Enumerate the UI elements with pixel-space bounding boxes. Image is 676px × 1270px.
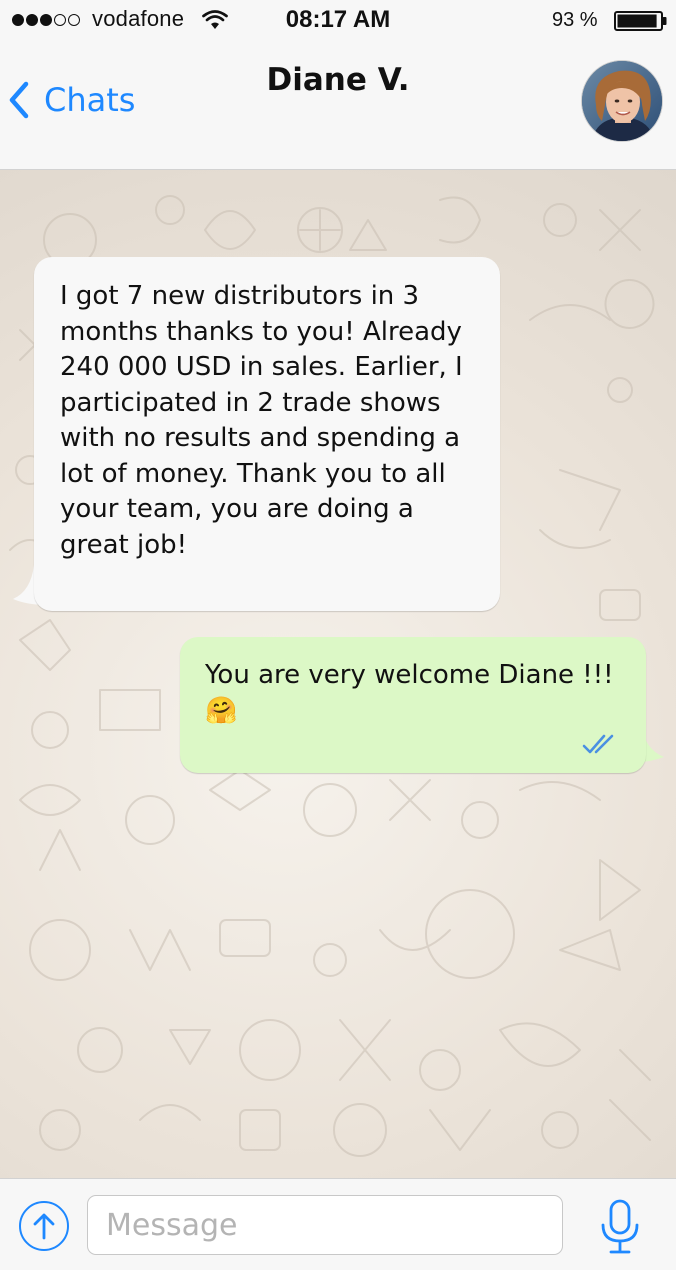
conversation-area[interactable]: I got 7 new distributors in 3 months tha… (0, 170, 676, 1178)
chat-screen: vodafone 08:17 AM 93 % Chats Diane V. I … (0, 0, 676, 1270)
battery-icon (614, 11, 667, 31)
hugging-face-emoji: 🤗 (205, 695, 238, 726)
incoming-message-text: I got 7 new distributors in 3 months tha… (60, 281, 463, 560)
status-bar: vodafone 08:17 AM 93 % (0, 0, 676, 40)
battery-percentage: 93 % (552, 9, 598, 31)
navigation-bar: Chats Diane V. (0, 40, 676, 170)
incoming-message-bubble[interactable]: I got 7 new distributors in 3 months tha… (34, 257, 500, 611)
upload-button[interactable] (19, 1201, 69, 1251)
chat-title[interactable]: Diane V. (0, 62, 676, 98)
outgoing-message-text: You are very welcome Diane !!! (205, 660, 614, 690)
avatar[interactable] (581, 60, 663, 142)
microphone-button[interactable] (597, 1197, 643, 1257)
message-input-bar (0, 1178, 676, 1270)
microphone-icon (601, 1199, 639, 1254)
upload-arrow-icon (33, 1213, 55, 1240)
message-input[interactable] (87, 1195, 563, 1255)
battery-level-fill (617, 14, 657, 28)
avatar-photo (582, 61, 662, 141)
outgoing-message-bubble[interactable]: You are very welcome Diane !!! 🤗 (180, 637, 646, 773)
double-check-icon (582, 734, 614, 754)
